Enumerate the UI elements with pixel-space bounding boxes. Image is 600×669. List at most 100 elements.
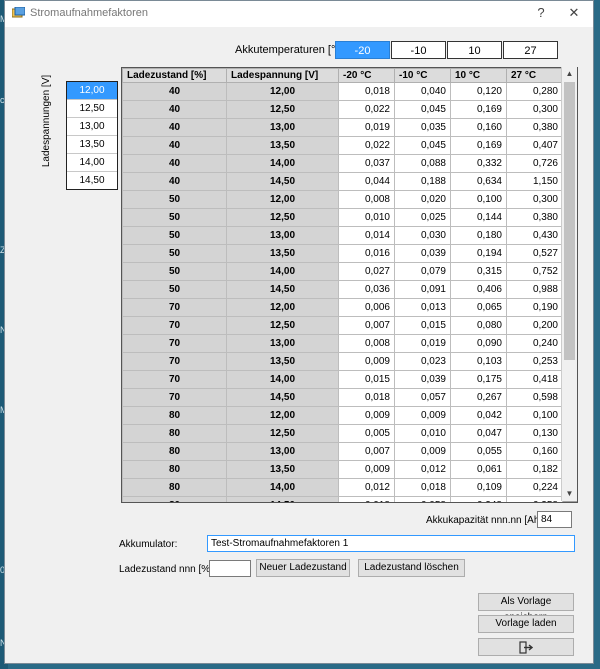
factor-cell[interactable]: 0,752 bbox=[506, 262, 563, 281]
factor-cell[interactable]: 0,018 bbox=[338, 496, 395, 502]
voltage-item[interactable]: 13,00 bbox=[67, 118, 117, 136]
factor-cell[interactable]: 0,406 bbox=[450, 280, 507, 299]
factor-cell[interactable]: 0,988 bbox=[506, 280, 563, 299]
factor-cell[interactable]: 0,109 bbox=[450, 478, 507, 497]
key-cell[interactable]: 40 bbox=[122, 118, 227, 137]
factor-cell[interactable]: 0,009 bbox=[338, 406, 395, 425]
voltage-item[interactable]: 14,50 bbox=[67, 172, 117, 189]
save-template-button[interactable]: Als Vorlage speichern bbox=[478, 593, 574, 623]
key-cell[interactable]: 13,00 bbox=[226, 118, 339, 137]
key-cell[interactable]: 13,50 bbox=[226, 460, 339, 479]
temp-option[interactable]: 27 bbox=[503, 41, 558, 59]
factor-cell[interactable]: 0,091 bbox=[394, 280, 451, 299]
factor-cell[interactable]: 0,061 bbox=[450, 460, 507, 479]
factor-cell[interactable]: 0,160 bbox=[450, 118, 507, 137]
load-template-button[interactable]: Vorlage laden bbox=[478, 615, 574, 633]
key-cell[interactable]: 50 bbox=[122, 244, 227, 263]
key-cell[interactable]: 13,00 bbox=[226, 226, 339, 245]
factor-cell[interactable]: 0,027 bbox=[338, 262, 395, 281]
table-row[interactable]: 70 12,00 0,006 0,013 0,065 0,190 bbox=[122, 298, 563, 317]
factor-cell[interactable]: 0,144 bbox=[450, 208, 507, 227]
factor-cell[interactable]: 0,057 bbox=[394, 388, 451, 407]
factor-cell[interactable]: 0,194 bbox=[450, 244, 507, 263]
factor-cell[interactable]: 0,240 bbox=[506, 334, 563, 353]
factor-cell[interactable]: 0,315 bbox=[450, 262, 507, 281]
key-cell[interactable]: 70 bbox=[122, 334, 227, 353]
table-row[interactable]: 50 13,00 0,014 0,030 0,180 0,430 bbox=[122, 226, 563, 245]
factor-cell[interactable]: 0,039 bbox=[394, 370, 451, 389]
key-cell[interactable]: 80 bbox=[122, 424, 227, 443]
key-cell[interactable]: 70 bbox=[122, 352, 227, 371]
table-row[interactable]: 80 13,00 0,007 0,009 0,055 0,160 bbox=[122, 442, 563, 461]
key-cell[interactable]: 14,00 bbox=[226, 478, 339, 497]
table-row[interactable]: 70 13,50 0,009 0,023 0,103 0,253 bbox=[122, 352, 563, 371]
key-cell[interactable]: 14,50 bbox=[226, 280, 339, 299]
factor-cell[interactable]: 0,009 bbox=[394, 442, 451, 461]
table-row[interactable]: 50 13,50 0,016 0,039 0,194 0,527 bbox=[122, 244, 563, 263]
key-cell[interactable]: 50 bbox=[122, 190, 227, 209]
table-row[interactable]: 40 12,00 0,018 0,040 0,120 0,280 bbox=[122, 82, 563, 101]
key-cell[interactable]: 70 bbox=[122, 316, 227, 335]
factor-cell[interactable]: 0,726 bbox=[506, 154, 563, 173]
key-cell[interactable]: 14,50 bbox=[226, 496, 339, 502]
close-button[interactable]: ✕ bbox=[560, 3, 588, 23]
factor-cell[interactable]: 0,248 bbox=[450, 496, 507, 502]
grid-scrollbar[interactable]: ▲ ▼ bbox=[561, 67, 577, 501]
key-cell[interactable]: 13,00 bbox=[226, 334, 339, 353]
factor-cell[interactable]: 0,010 bbox=[338, 208, 395, 227]
table-row[interactable]: 80 12,50 0,005 0,010 0,047 0,130 bbox=[122, 424, 563, 443]
table-row[interactable]: 70 13,00 0,008 0,019 0,090 0,240 bbox=[122, 334, 563, 353]
factor-cell[interactable]: 0,055 bbox=[450, 442, 507, 461]
key-cell[interactable]: 40 bbox=[122, 100, 227, 119]
factor-cell[interactable]: 0,025 bbox=[394, 208, 451, 227]
factor-cell[interactable]: 0,058 bbox=[394, 496, 451, 502]
key-cell[interactable]: 80 bbox=[122, 406, 227, 425]
voltage-list[interactable]: 12,00 12,50 13,00 13,50 14,00 14,50 bbox=[66, 81, 118, 190]
factor-cell[interactable]: 0,634 bbox=[450, 172, 507, 191]
factor-cell[interactable]: 0,332 bbox=[450, 154, 507, 173]
factor-cell[interactable]: 0,088 bbox=[394, 154, 451, 173]
factor-cell[interactable]: 0,044 bbox=[338, 172, 395, 191]
key-cell[interactable]: 40 bbox=[122, 172, 227, 191]
factor-cell[interactable]: 0,045 bbox=[394, 136, 451, 155]
factor-cell[interactable]: 0,005 bbox=[338, 424, 395, 443]
key-cell[interactable]: 13,50 bbox=[226, 136, 339, 155]
key-cell[interactable]: 80 bbox=[122, 442, 227, 461]
factor-cell[interactable]: 0,598 bbox=[506, 388, 563, 407]
table-row[interactable]: 80 13,50 0,009 0,012 0,061 0,182 bbox=[122, 460, 563, 479]
table-row[interactable]: 50 14,50 0,036 0,091 0,406 0,988 bbox=[122, 280, 563, 299]
factor-cell[interactable]: 0,007 bbox=[338, 442, 395, 461]
table-row[interactable]: 8014,500,0180,0580,2480,358 bbox=[122, 496, 563, 502]
factor-cell[interactable]: 0,030 bbox=[394, 226, 451, 245]
help-button[interactable]: ? bbox=[527, 3, 555, 23]
factor-cell[interactable]: 0,280 bbox=[506, 82, 563, 101]
factor-cell[interactable]: 0,009 bbox=[338, 352, 395, 371]
key-cell[interactable]: 70 bbox=[122, 298, 227, 317]
factor-cell[interactable]: 0,358 bbox=[506, 496, 563, 502]
factor-cell[interactable]: 0,380 bbox=[506, 208, 563, 227]
table-row[interactable]: 50 14,00 0,027 0,079 0,315 0,752 bbox=[122, 262, 563, 281]
table-row[interactable]: 70 14,50 0,018 0,057 0,267 0,598 bbox=[122, 388, 563, 407]
factor-cell[interactable]: 0,012 bbox=[338, 478, 395, 497]
voltage-item[interactable]: 12,00 bbox=[67, 82, 117, 100]
key-cell[interactable]: 80 bbox=[122, 478, 227, 497]
factor-cell[interactable]: 0,040 bbox=[394, 82, 451, 101]
temp-option[interactable]: -20 bbox=[335, 41, 390, 59]
table-row[interactable]: 80 14,00 0,012 0,018 0,109 0,224 bbox=[122, 478, 563, 497]
key-cell[interactable]: 40 bbox=[122, 154, 227, 173]
factor-cell[interactable]: 0,045 bbox=[394, 100, 451, 119]
voltage-item[interactable]: 13,50 bbox=[67, 136, 117, 154]
table-row[interactable]: 40 13,50 0,022 0,045 0,169 0,407 bbox=[122, 136, 563, 155]
factor-cell[interactable]: 0,169 bbox=[450, 136, 507, 155]
key-cell[interactable]: 70 bbox=[122, 370, 227, 389]
key-cell[interactable]: 70 bbox=[122, 388, 227, 407]
factor-cell[interactable]: 0,015 bbox=[394, 316, 451, 335]
key-cell[interactable]: 50 bbox=[122, 280, 227, 299]
key-cell[interactable]: 12,50 bbox=[226, 424, 339, 443]
factor-cell[interactable]: 0,047 bbox=[450, 424, 507, 443]
key-cell[interactable]: 40 bbox=[122, 136, 227, 155]
key-cell[interactable]: 80 bbox=[122, 496, 227, 502]
factor-cell[interactable]: 0,418 bbox=[506, 370, 563, 389]
temp-option[interactable]: -10 bbox=[391, 41, 446, 59]
factor-cell[interactable]: 0,007 bbox=[338, 316, 395, 335]
